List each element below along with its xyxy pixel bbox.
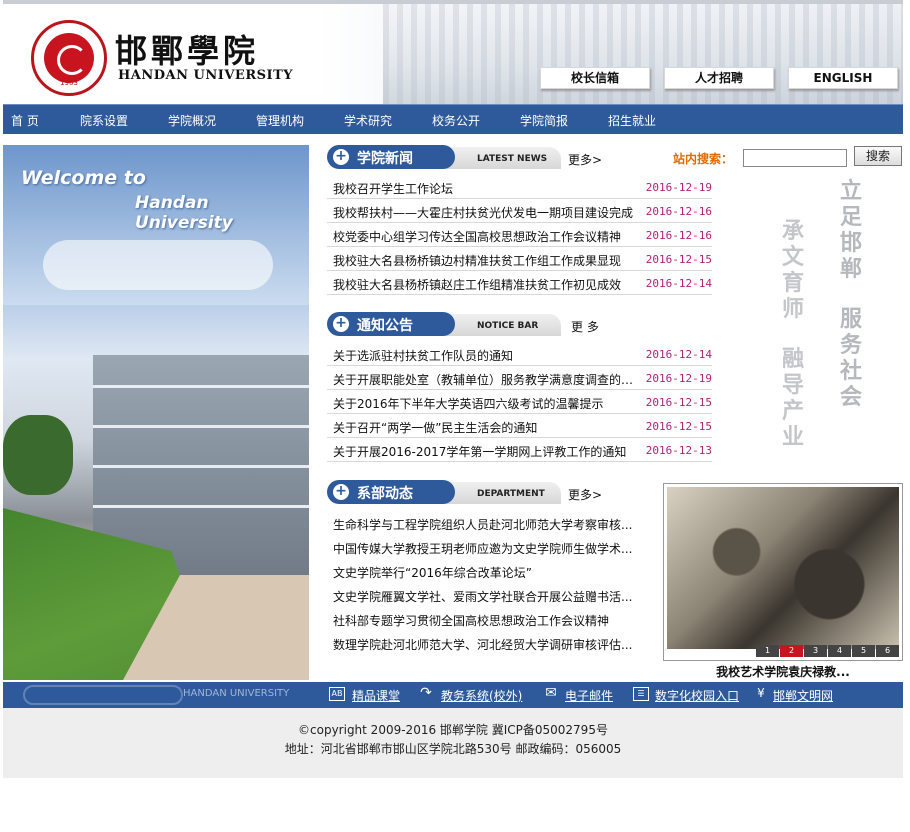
university-seal-logo[interactable]: 1903	[31, 20, 107, 96]
motto-col2b: 融导产业	[781, 346, 804, 450]
search-input[interactable]	[743, 149, 847, 167]
dept-section-header: DEPARTMENT + 系部动态 更多>	[327, 480, 712, 504]
dept-list: 生命科学与工程学院组织人员赴河北师范大学考察审核... 中国传媒大学教授王玥老师…	[327, 511, 712, 655]
logo-chinese-name[interactable]: 邯鄲學院	[115, 26, 259, 72]
list-item[interactable]: 关于开展职能处室（教辅单位）服务教学满意度调查的通知 2016-12-19	[327, 366, 712, 390]
nav-administration[interactable]: 管理机构	[256, 112, 304, 129]
arrow-icon: ↷	[420, 685, 432, 701]
plus-icon: +	[333, 484, 349, 500]
link-academic-system[interactable]: 教务系统(校外)	[441, 687, 522, 704]
list-item[interactable]: 中国传媒大学教授王玥老师应邀为文史学院师生做学术...	[327, 535, 712, 559]
main-nav: 首 页 院系设置 学院概况 管理机构 学术研究 校务公开 学院简报 招生就业	[3, 104, 903, 134]
nav-affairs[interactable]: 校务公开	[432, 112, 480, 129]
list-item[interactable]: 文史学院举行“2016年综合改革论坛”	[327, 559, 712, 583]
news-more-link[interactable]: 更多>	[568, 151, 602, 168]
talent-recruit-button[interactable]: 人才招聘	[664, 67, 774, 89]
footer: ©copyright 2009-2016 邯郸学院 冀ICP备05002795号…	[3, 708, 903, 778]
list-item[interactable]: 数理学院赴河北师范大学、河北经贸大学调研审核评估...	[327, 631, 712, 655]
slider-page-active[interactable]: 2	[780, 645, 803, 657]
plus-icon: +	[333, 316, 349, 332]
list-item[interactable]: 关于开展2016-2017学年第一学期网上评教工作的通知 2016-12-13	[327, 438, 712, 462]
english-button[interactable]: ENGLISH	[788, 67, 898, 89]
site-search-label: 站内搜索：	[673, 152, 734, 166]
notice-section-header: NOTICE BAR + 通知公告 更 多	[327, 312, 712, 336]
president-mailbox-button[interactable]: 校长信箱	[540, 67, 650, 89]
link-digital-campus[interactable]: 数字化校园入口	[655, 687, 739, 704]
slider-page[interactable]: 5	[852, 645, 875, 657]
header: 1903 邯鄲學院 HANDAN UNIVERSITY 校长信箱 人才招聘 EN…	[3, 0, 903, 104]
news-section-header: LATEST NEWS + 学院新闻 更多>	[327, 145, 712, 169]
search-button[interactable]: 搜索	[854, 146, 902, 166]
slider-page[interactable]: 1	[756, 645, 779, 657]
nav-research[interactable]: 学术研究	[344, 112, 392, 129]
welcome-line1: Welcome to	[21, 167, 146, 189]
slider-page[interactable]: 4	[828, 645, 851, 657]
slider-caption[interactable]: 我校艺术学院袁庆禄教...	[663, 663, 903, 680]
linkbar-brand: HANDAN UNIVERSITY	[183, 688, 290, 699]
list-item[interactable]: 校党委中心组学习传达全国高校思想政治工作会议精神 2016-12-16	[327, 223, 712, 247]
news-photo-slider[interactable]: 1 2 3 4 5 6	[663, 483, 903, 661]
motto-col1b: 服务社会	[839, 306, 862, 410]
address: 地址：河北省邯郸市邯山区学院北路530号 邮政编码：056005	[284, 742, 622, 756]
motto-col1: 立足邯郸	[839, 178, 862, 282]
list-item[interactable]: 我校帮扶村——大霍庄村扶贫光伏发电一期项目建设完成 2016-12-16	[327, 199, 712, 223]
ornament-icon	[23, 685, 183, 705]
list-item[interactable]: 关于选派驻村扶贫工作队员的通知 2016-12-14	[327, 342, 712, 366]
link-quality-course[interactable]: 精品课堂	[352, 687, 400, 704]
chevron-down-icon: ¥	[757, 686, 765, 700]
campus-icon: ☰	[633, 687, 649, 701]
nav-home[interactable]: 首 页	[11, 112, 39, 129]
link-civilization-site[interactable]: 邯郸文明网	[773, 687, 833, 704]
quick-links-bar: HANDAN UNIVERSITY AB 精品课堂 ↷ 教务系统(校外) ✉ 电…	[3, 682, 903, 708]
slider-page[interactable]: 3	[804, 645, 827, 657]
list-item[interactable]: 我校驻大名县杨桥镇赵庄工作组精准扶贫工作初见成效 2016-12-14	[327, 271, 712, 295]
list-item[interactable]: 社科部专题学习贯彻全国高校思想政治工作会议精神	[327, 607, 712, 631]
copyright: ©copyright 2009-2016 邯郸学院 冀ICP备05002795号	[298, 723, 608, 737]
link-email[interactable]: 电子邮件	[565, 687, 613, 704]
list-item[interactable]: 文史学院雁翼文学社、爱雨文学社联合开展公益赠书活...	[327, 583, 712, 607]
list-item[interactable]: 关于2016年下半年大学英语四六级考试的温馨提示 2016-12-15	[327, 390, 712, 414]
dept-more-link[interactable]: 更多>	[568, 486, 602, 503]
notice-more-link[interactable]: 更 多	[571, 318, 599, 335]
list-item[interactable]: 关于召开“两学一做”民主生活会的通知 2016-12-15	[327, 414, 712, 438]
notice-title[interactable]: 通知公告	[357, 315, 413, 335]
nav-departments[interactable]: 院系设置	[80, 112, 128, 129]
nav-briefing[interactable]: 学院简报	[520, 112, 568, 129]
list-item[interactable]: 我校召开学生工作论坛 2016-12-19	[327, 175, 712, 199]
news-list: 我校召开学生工作论坛 2016-12-19 我校帮扶村——大霍庄村扶贫光伏发电一期…	[327, 175, 712, 295]
plus-icon: +	[333, 149, 349, 165]
page: 1903 邯鄲學院 HANDAN UNIVERSITY 校长信箱 人才招聘 EN…	[3, 0, 903, 778]
welcome-line2: Handan University	[135, 193, 233, 233]
slider-pager: 1 2 3 4 5 6	[755, 645, 899, 657]
list-item[interactable]: 我校驻大名县杨桥镇边村精准扶贫工作组工作成果显现 2016-12-15	[327, 247, 712, 271]
nav-overview[interactable]: 学院概况	[168, 112, 216, 129]
nav-admissions[interactable]: 招生就业	[608, 112, 656, 129]
slider-page[interactable]: 6	[876, 645, 899, 657]
news-title[interactable]: 学院新闻	[357, 148, 413, 168]
mail-icon: ✉	[545, 685, 557, 701]
course-icon: AB	[329, 687, 345, 701]
list-item[interactable]: 生命科学与工程学院组织人员赴河北师范大学考察审核...	[327, 511, 712, 535]
slider-image[interactable]	[667, 487, 899, 649]
logo-english-name[interactable]: HANDAN UNIVERSITY	[118, 68, 293, 83]
dept-title[interactable]: 系部动态	[357, 483, 413, 503]
notice-list: 关于选派驻村扶贫工作队员的通知 2016-12-14 关于开展职能处室（教辅单位）…	[327, 342, 712, 462]
campus-photo: Welcome to Handan University	[3, 145, 309, 680]
motto-col2: 承文育师	[781, 218, 804, 322]
